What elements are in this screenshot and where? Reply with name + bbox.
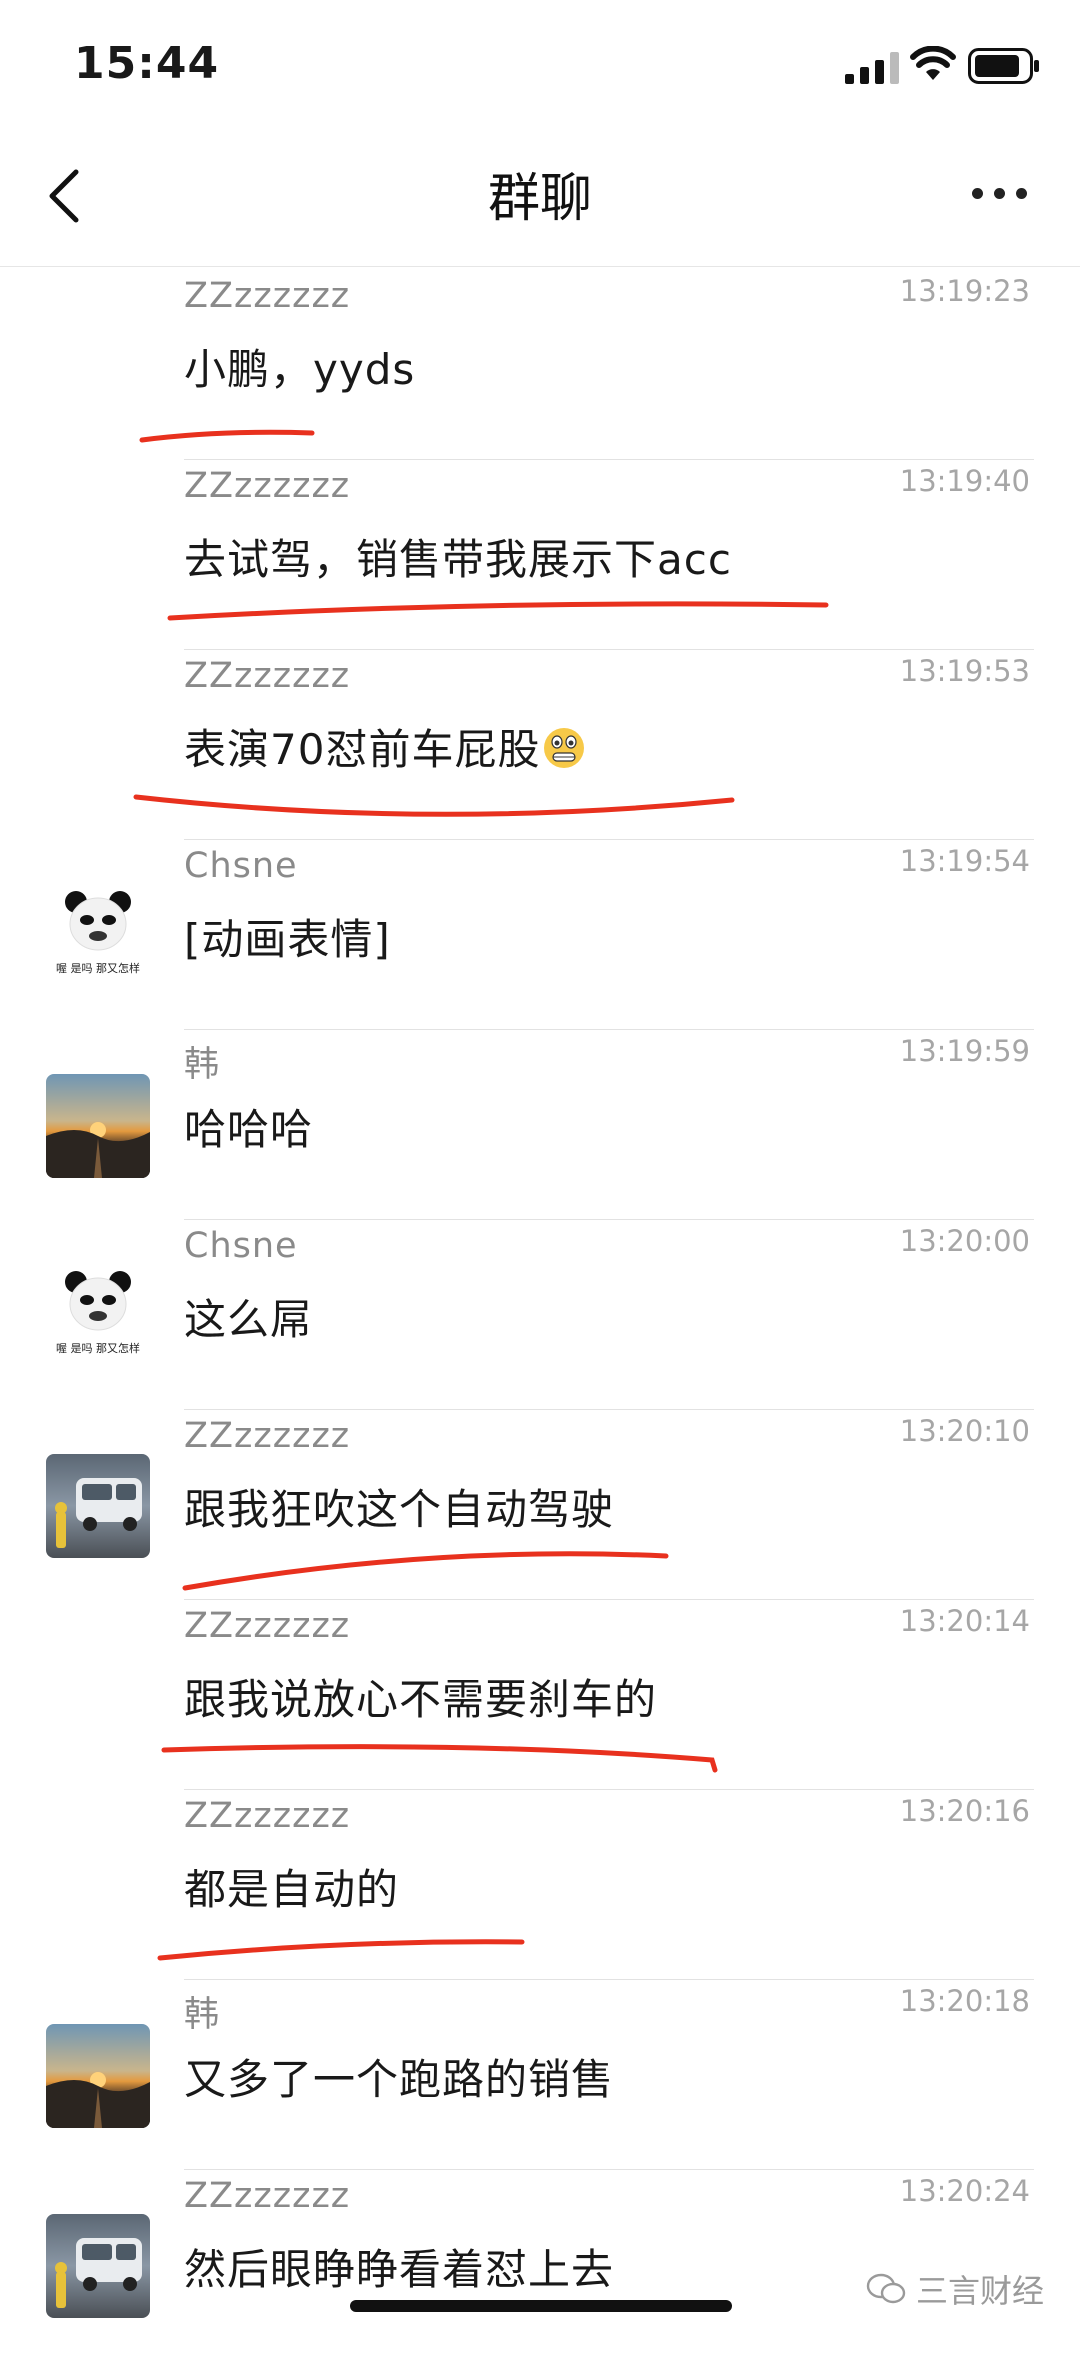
message-text: 哈哈哈 — [184, 1105, 314, 1154]
wifi-icon — [910, 46, 956, 80]
message-row[interactable]: ZZzzzzzz 13:20:10 跟我狂吹这个自动驾驶 — [0, 1410, 1080, 1600]
message-text: 表演70怼前车屁股 — [184, 716, 586, 777]
sender-name: ZZzzzzzz — [184, 656, 351, 696]
avatar-panda[interactable]: 喔 是吗 那又怎样 — [46, 884, 150, 988]
sender-name: ZZzzzzzz — [184, 276, 351, 316]
message-time: 13:20:18 — [899, 1984, 1030, 2018]
message-time: 13:19:23 — [899, 274, 1030, 308]
van-avatar-icon — [55, 1478, 142, 1548]
message-text: 然后眼睁睁看着怼上去 — [184, 2245, 615, 2294]
nav-bar: 群聊 — [0, 130, 1080, 267]
avatar-van[interactable] — [46, 2214, 150, 2318]
status-time: 15:44 — [74, 38, 220, 89]
sunset-landscape-avatar-icon — [46, 1122, 150, 1178]
sender-name: Chsne — [184, 846, 298, 886]
message-time: 13:20:24 — [899, 2174, 1030, 2208]
grimacing-face-emoji-icon — [544, 728, 585, 768]
message-row[interactable]: ZZzzzzzz 13:19:23 小鹏，yyds — [0, 270, 1080, 460]
message-time: 13:20:16 — [899, 1794, 1030, 1828]
sender-name: ZZzzzzzz — [184, 2176, 351, 2216]
status-bar: 15:44 — [0, 0, 1080, 130]
sender-name: 韩 — [184, 1045, 221, 1085]
message-text: [动画表情] — [184, 915, 391, 964]
message-time: 13:20:10 — [899, 1414, 1030, 1448]
message-row[interactable]: 喔 是吗 那又怎样 Chsne 13:19:54 [动画表情] — [0, 840, 1080, 1030]
message-text: 这么屌 — [184, 1295, 314, 1344]
avatar-panda[interactable]: 喔 是吗 那又怎样 — [46, 1264, 150, 1368]
avatar-sunset[interactable] — [46, 1074, 150, 1178]
avatar-van[interactable] — [46, 1454, 150, 1558]
message-time: 13:20:14 — [899, 1604, 1030, 1638]
watermark: 三言财经 — [866, 2266, 1044, 2312]
battery-icon — [968, 48, 1039, 84]
watermark-label: 三言财经 — [915, 2272, 1044, 2310]
sender-name: ZZzzzzzz — [184, 1606, 351, 1646]
more-dot-icon — [972, 188, 983, 199]
avatar-caption: 喔 是吗 那又怎样 — [56, 962, 140, 975]
message-time: 13:19:59 — [899, 1034, 1030, 1068]
wechat-logo-icon — [866, 2273, 906, 2304]
more-dot-icon — [1016, 188, 1027, 199]
message-row[interactable]: 韩 13:19:59 哈哈哈 — [0, 1030, 1080, 1220]
message-row[interactable]: ZZzzzzzz 13:20:24 然后眼睁睁看着怼上去 — [0, 2170, 1080, 2360]
sender-name: Chsne — [184, 1226, 298, 1266]
message-row[interactable]: 喔 是吗 那又怎样 Chsne 13:20:00 这么屌 — [0, 1220, 1080, 1410]
message-text: 都是自动的 — [184, 1865, 400, 1914]
message-time: 13:20:00 — [899, 1224, 1030, 1258]
cellular-signal-icon — [845, 52, 899, 84]
sender-name: 韩 — [184, 1995, 221, 2035]
avatar-caption: 喔 是吗 那又怎样 — [56, 1342, 140, 1355]
message-row[interactable]: ZZzzzzzz 13:19:40 去试驾，销售带我展示下acc — [0, 460, 1080, 650]
message-row[interactable]: ZZzzzzzz 13:20:14 跟我说放心不需要刹车的 — [0, 1600, 1080, 1790]
message-time: 13:19:54 — [899, 844, 1030, 878]
message-text: 跟我说放心不需要刹车的 — [184, 1675, 658, 1724]
van-avatar-icon — [55, 2238, 142, 2308]
message-text: 去试驾，销售带我展示下acc — [184, 535, 732, 584]
more-options-button[interactable] — [960, 170, 1040, 220]
message-row[interactable]: ZZzzzzzz 13:20:16 都是自动的 — [0, 1790, 1080, 1980]
sender-name: ZZzzzzzz — [184, 1796, 351, 1836]
message-time: 13:19:40 — [899, 464, 1030, 498]
avatar-sunset[interactable] — [46, 2024, 150, 2128]
sender-name: ZZzzzzzz — [184, 1416, 351, 1456]
chat-title: 群聊 — [487, 169, 592, 229]
message-text: 小鹏，yyds — [184, 345, 416, 394]
sender-name: ZZzzzzzz — [184, 466, 351, 506]
message-row[interactable]: 韩 13:20:18 又多了一个跑路的销售 — [0, 1980, 1080, 2170]
sunset-landscape-avatar-icon — [46, 2072, 150, 2128]
home-indicator[interactable] — [350, 2300, 732, 2312]
message-text: 又多了一个跑路的销售 — [184, 2055, 615, 2104]
message-time: 13:19:53 — [899, 654, 1030, 688]
message-text-content: 表演70怼前车屁股 — [184, 725, 541, 774]
more-dot-icon — [994, 188, 1005, 199]
message-row[interactable]: ZZzzzzzz 13:19:53 表演70怼前车屁股 — [0, 650, 1080, 840]
message-text: 跟我狂吹这个自动驾驶 — [184, 1485, 615, 1534]
